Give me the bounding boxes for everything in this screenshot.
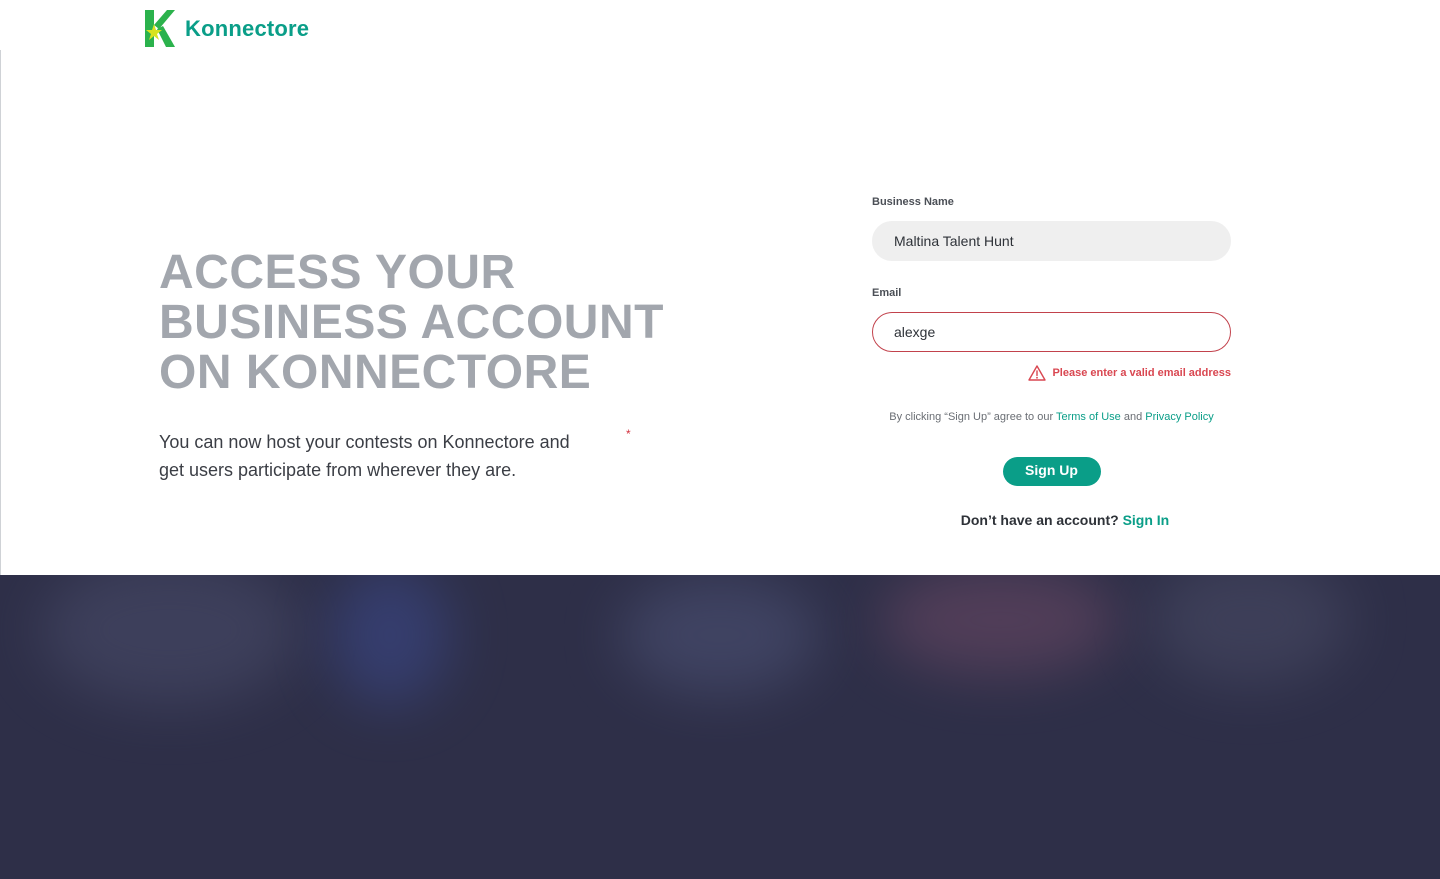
signin-prompt: Don’t have an account? Sign In bbox=[872, 512, 1231, 528]
brand-name: Konnectore bbox=[185, 15, 310, 41]
privacy-policy-link[interactable]: Privacy Policy bbox=[1145, 411, 1213, 423]
business-name-label: Business Name bbox=[872, 196, 954, 208]
required-asterisk: * bbox=[626, 427, 631, 441]
page-title: ACCESS YOUR BUSINESS ACCOUNT ON KONNECTO… bbox=[159, 248, 719, 398]
business-signup-form: Business Name Email Please enter a valid… bbox=[872, 196, 1231, 528]
brand-logo[interactable]: Konnectore bbox=[145, 10, 309, 47]
email-label: Email bbox=[872, 287, 902, 299]
photo-blur-4 bbox=[880, 575, 1120, 675]
signup-panel: Konnectore ACCESS YOUR BUSINESS ACCOUNT … bbox=[0, 0, 1440, 575]
email-error-text: Please enter a valid email address bbox=[1052, 367, 1231, 379]
business-name-input[interactable] bbox=[872, 221, 1231, 261]
terms-prefix: By clicking “Sign Up” agree to our bbox=[889, 411, 1054, 423]
title-line-3: ON KONNECTORE bbox=[159, 346, 592, 399]
sign-up-button[interactable]: Sign Up bbox=[1002, 457, 1101, 486]
konnectore-logo-icon bbox=[145, 10, 175, 47]
page-subtitle: You can now host your contests on Konnec… bbox=[159, 432, 570, 480]
sign-in-link[interactable]: Sign In bbox=[1123, 512, 1170, 528]
terms-notice: By clicking “Sign Up” agree to our Terms… bbox=[872, 411, 1231, 423]
title-line-2: BUSINESS ACCOUNT bbox=[159, 296, 664, 349]
terms-of-use-link[interactable]: Terms of Use bbox=[1056, 411, 1121, 423]
photo-blur-2 bbox=[330, 575, 450, 705]
photo-blur-3 bbox=[620, 575, 820, 695]
terms-conjunction: and bbox=[1123, 411, 1143, 423]
title-line-1: ACCESS YOUR bbox=[159, 246, 516, 299]
email-error: Please enter a valid email address bbox=[872, 364, 1231, 382]
photo-blur-1 bbox=[40, 575, 300, 705]
photo-blur-5 bbox=[1150, 575, 1350, 685]
divider bbox=[0, 50, 1, 575]
email-input[interactable] bbox=[872, 312, 1231, 352]
warning-triangle-icon bbox=[1028, 365, 1047, 381]
account-question: Don’t have an account? bbox=[960, 512, 1119, 528]
background-photo-banner bbox=[0, 575, 1440, 879]
